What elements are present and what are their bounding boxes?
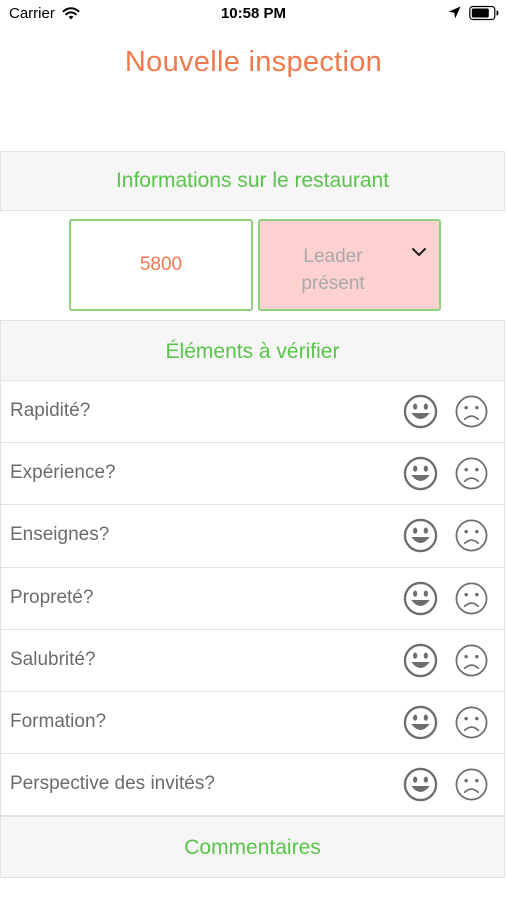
check-item-row: Rapidité? [0,381,505,444]
battery-icon [469,5,499,21]
status-bar: Carrier 10:58 PM [0,0,507,28]
check-item-label: Expérience? [10,462,116,484]
sad-face-icon[interactable] [454,643,489,678]
check-item-label: Perspective des invités? [10,773,215,795]
happy-face-icon[interactable] [403,705,438,740]
check-item-row: Enseignes? [0,505,505,568]
happy-face-icon[interactable] [403,581,438,616]
checklist: Rapidité? Expérience? Enseignes? Propreté? S… [0,381,505,817]
check-item-row: Expérience? [0,443,505,506]
restaurant-info-header: Informations sur le restaurant [0,151,505,211]
sad-face-icon[interactable] [454,705,489,740]
check-item-label: Enseignes? [10,524,110,546]
sad-face-icon[interactable] [454,456,489,491]
check-item-row: Formation? [0,691,505,755]
location-arrow-icon [448,6,461,19]
leader-select-label: Leader présent [260,243,406,297]
check-item-label: Propreté? [10,586,94,608]
leader-select-line2: présent [301,273,365,294]
happy-face-icon[interactable] [403,394,438,429]
check-item-row: Propreté? [0,567,505,630]
happy-face-icon[interactable] [403,518,438,553]
leader-select-line1: Leader [303,246,363,267]
check-item-row: Perspective des invités? [0,754,505,817]
check-item-label: Salubrité? [10,648,96,670]
check-item-row: Salubrité? [0,629,505,692]
page-title: Nouvelle inspection [124,46,383,78]
comments-header[interactable]: Commentaires [0,816,505,878]
status-time: 10:58 PM [220,5,287,22]
happy-face-icon[interactable] [403,643,438,678]
leader-present-select[interactable]: Leader présent [258,219,441,311]
sad-face-icon[interactable] [454,518,489,553]
sad-face-icon[interactable] [454,394,489,429]
restaurant-number-field[interactable]: 5800 [69,219,253,311]
happy-face-icon[interactable] [403,767,438,802]
sad-face-icon[interactable] [454,581,489,616]
elements-header: Éléments à vérifier [0,320,505,381]
sad-face-icon[interactable] [454,767,489,802]
check-item-label: Formation? [10,710,107,732]
check-item-label: Rapidité? [10,400,91,421]
happy-face-icon[interactable] [403,456,438,491]
chevron-down-icon [412,248,426,256]
